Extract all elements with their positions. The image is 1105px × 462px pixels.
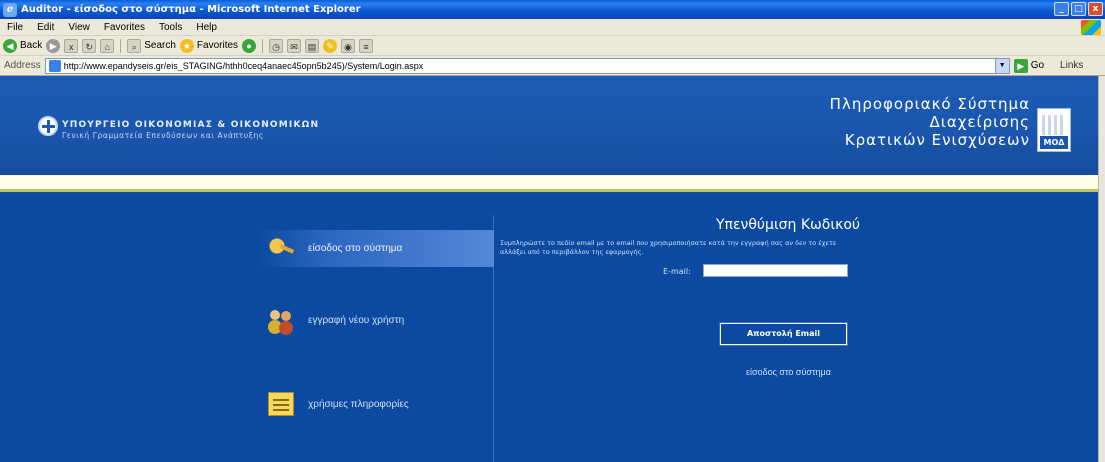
system-title: Πληροφοριακό Σύστημα Διαχείρισης Κρατικώ… [830, 95, 1030, 149]
menu-edit[interactable]: Edit [30, 22, 61, 33]
address-url: http://www.epandyseis.gr/eis_STAGING/hth… [63, 60, 424, 71]
mail-icon[interactable]: ✉ [287, 38, 302, 53]
note-icon [268, 392, 294, 416]
back-arrow-icon: ◀ [3, 38, 17, 53]
address-bar: Address http://www.epandyseis.gr/eis_STA… [0, 56, 1105, 76]
menu-item-info[interactable]: χρήσιμες πληροφορίες [268, 392, 409, 416]
menu-file[interactable]: File [0, 22, 30, 33]
system-title-line-1: Πληροφοριακό Σύστημα [829, 95, 1030, 113]
email-label: E-mail: [663, 267, 691, 276]
ministry-line-2: Γενική Γραμματεία Επενδύσεων και Ανάπτυξ… [62, 131, 264, 140]
minimize-button[interactable]: _ [1054, 2, 1069, 16]
close-button[interactable]: x [1088, 2, 1103, 16]
ministry-line-1: ΥΠΟΥΡΓΕΙΟ ΟΙΚΟΝΟΜΙΑΣ & ΟΙΚΟΝΟΜΙΚΩΝ [62, 120, 320, 130]
toolbar-separator [120, 38, 122, 53]
greek-emblem-icon [38, 116, 58, 136]
send-email-button[interactable]: Αποστολή Email [719, 322, 848, 346]
menu-favorites[interactable]: Favorites [97, 22, 152, 33]
favorites-button[interactable]: ★ Favorites [179, 38, 239, 53]
page-icon [48, 59, 61, 72]
print-icon[interactable]: ▤ [305, 38, 320, 53]
stop-icon[interactable]: x [64, 38, 79, 53]
window-title: Auditor - είσοδος στο σύστημα - Microsof… [21, 4, 361, 15]
toolbar: ◀ Back ▶ x ↻ ⌂ ⌕ Search ★ Favorites ● ◷ … [0, 36, 1105, 56]
system-title-line-3: Κρατικών Ενισχύσεων [844, 131, 1030, 149]
windows-logo-icon [1081, 20, 1101, 35]
go-button[interactable]: Go [1031, 60, 1044, 71]
menu-item-register[interactable]: εγγραφή νέου χρήστη [268, 308, 404, 332]
moa-logo: ΜΟΔ [1037, 108, 1071, 152]
key-icon [268, 236, 294, 261]
main-area: είσοδος στο σύστημα εγγραφή νέου χρήστη … [0, 195, 1098, 462]
window-controls: _ □ x [1054, 2, 1103, 16]
search-label: Search [144, 40, 176, 51]
messenger-icon[interactable]: ≡ [359, 38, 374, 53]
logo-text: ΜΟΔ [1040, 136, 1068, 149]
address-label: Address [4, 60, 41, 71]
go-arrow-icon[interactable]: ▶ [1013, 58, 1028, 73]
menu-item-register-label: εγγραφή νέου χρήστη [308, 314, 405, 326]
vertical-scrollbar[interactable] [1098, 76, 1105, 462]
window-title-bar: e Auditor - είσοδος στο σύστημα - Micros… [0, 0, 1105, 19]
recover-title: Υπενθύμιση Κωδικού [716, 217, 860, 233]
maximize-button[interactable]: □ [1071, 2, 1086, 16]
back-button[interactable]: ◀ Back [3, 38, 43, 53]
internet-explorer-icon: e [3, 2, 17, 17]
search-icon: ⌕ [127, 38, 142, 53]
home-icon[interactable]: ⌂ [100, 38, 115, 53]
email-field[interactable] [703, 264, 848, 277]
menu-view[interactable]: View [61, 22, 97, 33]
menu-item-info-label: χρήσιμες πληροφορίες [308, 398, 409, 410]
media-icon[interactable]: ● [242, 38, 257, 53]
address-dropdown-icon[interactable]: ▼ [994, 58, 1009, 73]
favorites-label: Favorites [196, 40, 239, 51]
menu-help[interactable]: Help [189, 22, 224, 33]
system-title-line-2: Διαχείρισης [929, 113, 1030, 131]
page-content: ΥΠΟΥΡΓΕΙΟ ΟΙΚΟΝΟΜΙΑΣ & ΟΙΚΟΝΟΜΙΚΩΝ Γενικ… [0, 76, 1098, 462]
history-icon[interactable]: ◷ [269, 38, 284, 53]
edit-icon[interactable]: ✎ [323, 38, 338, 53]
search-button[interactable]: ⌕ Search [127, 38, 176, 53]
site-header: ΥΠΟΥΡΓΕΙΟ ΟΙΚΟΝΟΜΙΑΣ & ΟΙΚΟΝΟΜΙΚΩΝ Γενικ… [0, 76, 1098, 174]
ministry-name: ΥΠΟΥΡΓΕΙΟ ΟΙΚΟΝΟΜΙΑΣ & ΟΙΚΟΝΟΜΙΚΩΝ Γενικ… [62, 120, 319, 140]
logo-bars [1042, 115, 1066, 135]
address-input[interactable]: http://www.epandyseis.gr/eis_STAGING/hth… [44, 57, 1010, 74]
favorites-star-icon: ★ [179, 38, 194, 53]
users-icon [268, 308, 294, 332]
menu-tools[interactable]: Tools [152, 22, 189, 33]
forward-arrow-icon[interactable]: ▶ [46, 38, 61, 53]
menu-item-login[interactable]: είσοδος στο σύστημα [258, 230, 494, 267]
menu-item-login-label: είσοδος στο σύστημα [308, 243, 403, 254]
recover-description: Συμπληρώστε το πεδίο email με το email π… [500, 239, 837, 256]
toolbar-separator [262, 38, 264, 53]
back-label: Back [20, 40, 43, 51]
discuss-icon[interactable]: ◉ [341, 38, 356, 53]
header-strip [0, 175, 1098, 192]
refresh-icon[interactable]: ↻ [82, 38, 97, 53]
links-button[interactable]: Links [1060, 60, 1083, 71]
menu-bar: File Edit View Favorites Tools Help [0, 19, 1105, 36]
login-link[interactable]: είσοδος στο σύστημα [746, 367, 831, 377]
